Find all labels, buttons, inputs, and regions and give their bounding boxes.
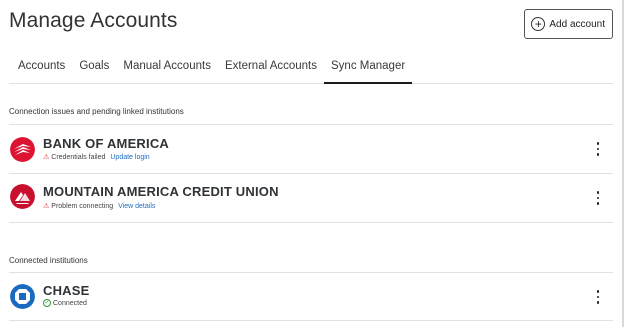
mountain-america-logo xyxy=(10,184,35,209)
status-text: Connected xyxy=(53,299,87,307)
page-title: Manage Accounts xyxy=(9,9,178,32)
institution-row-chase: CHASE ✓ Connected xyxy=(9,273,613,321)
section-label-issues: Connection issues and pending linked ins… xyxy=(9,107,184,116)
tab-external-accounts[interactable]: External Accounts xyxy=(218,59,324,83)
divider xyxy=(9,320,613,321)
chase-logo xyxy=(10,284,35,309)
tab-goals[interactable]: Goals xyxy=(72,59,116,83)
tab-manual-accounts[interactable]: Manual Accounts xyxy=(116,59,218,83)
view-details-link[interactable]: View details xyxy=(118,203,155,210)
warning-icon: ⚠ xyxy=(43,203,50,210)
divider xyxy=(9,222,613,223)
more-options-icon[interactable] xyxy=(595,142,601,156)
check-circle-icon: ✓ xyxy=(43,299,51,307)
institution-name: CHASE xyxy=(43,283,90,298)
status-text: Problem connecting xyxy=(51,202,114,210)
page-header: Manage Accounts + Add account xyxy=(9,9,613,39)
plus-circle-icon: + xyxy=(531,17,546,31)
institution-row-mountain-america: MOUNTAIN AMERICA CREDIT UNION ⚠ Problem … xyxy=(9,174,613,222)
tab-accounts[interactable]: Accounts xyxy=(9,59,72,83)
bank-of-america-logo xyxy=(10,137,35,162)
institution-name: BANK OF AMERICA xyxy=(43,136,170,151)
institution-row-bank-of-america: BANK OF AMERICA ⚠ Credentials failed Upd… xyxy=(9,125,613,173)
institution-name: MOUNTAIN AMERICA CREDIT UNION xyxy=(43,184,279,199)
section-label-connected: Connected institutions xyxy=(9,256,88,265)
add-account-label: Add account xyxy=(549,18,605,30)
tab-bar: Accounts Goals Manual Accounts External … xyxy=(9,59,613,84)
warning-icon: ⚠ xyxy=(43,154,50,161)
more-options-icon[interactable] xyxy=(595,290,601,304)
add-account-button[interactable]: + Add account xyxy=(524,9,613,39)
tab-sync-manager[interactable]: Sync Manager xyxy=(324,59,413,84)
institution-status: ⚠ Credentials failed Update login xyxy=(43,153,150,162)
institution-status: ⚠ Problem connecting View details xyxy=(43,202,155,211)
institution-status: ✓ Connected xyxy=(43,299,87,307)
more-options-icon[interactable] xyxy=(595,191,601,205)
update-login-link[interactable]: Update login xyxy=(110,154,149,161)
status-text: Credentials failed xyxy=(51,153,106,161)
